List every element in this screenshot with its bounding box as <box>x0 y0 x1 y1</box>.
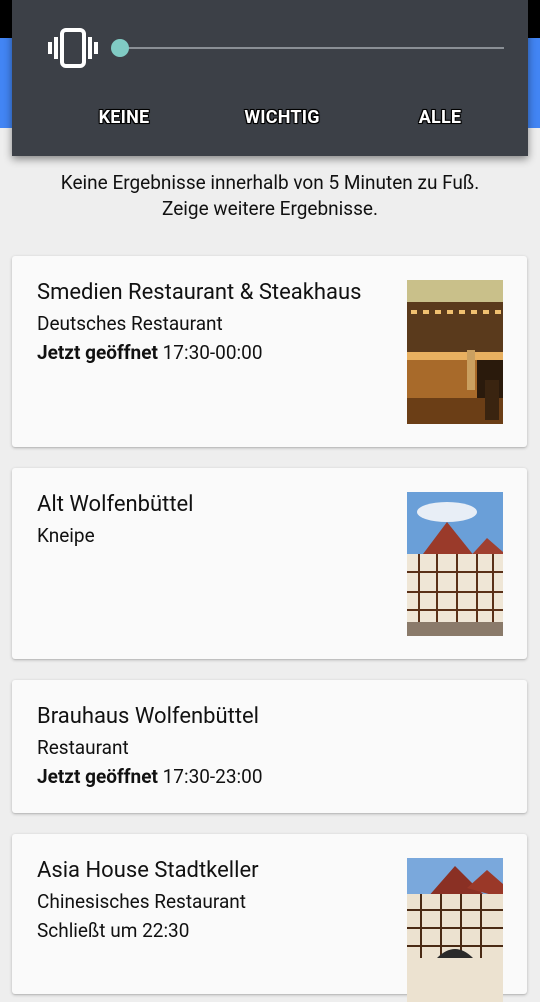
place-photo[interactable] <box>407 280 503 424</box>
place-name: Smedien Restaurant & Steakhaus <box>37 280 362 305</box>
vibrate-icon[interactable] <box>46 28 100 68</box>
place-category: Deutsches Restaurant <box>37 312 223 335</box>
place-name: Alt Wolfenbüttel <box>37 492 194 517</box>
hours-text: 17:30-23:00 <box>157 765 263 788</box>
notification-mode-panel: KEINE WICHTIG ALLE <box>12 0 528 156</box>
place-photo[interactable] <box>407 858 503 1002</box>
place-name: Brauhaus Wolfenbüttel <box>37 704 260 729</box>
hours-text: 17:30-00:00 <box>157 341 263 364</box>
result-card-alt-wolfenbuettel[interactable]: Alt Wolfenbüttel Kneipe <box>12 468 527 659</box>
place-photo[interactable] <box>407 492 503 636</box>
volume-slider-track[interactable] <box>120 47 504 49</box>
volume-slider-thumb[interactable] <box>111 39 129 57</box>
notice-line-2: Zeige weitere Ergebnisse. <box>162 197 378 220</box>
open-status: Jetzt geöffnet <box>37 765 158 788</box>
place-category: Restaurant <box>37 736 129 759</box>
place-category: Chinesisches Restaurant <box>37 890 246 913</box>
result-card-brauhaus[interactable]: Brauhaus Wolfenbüttel Restaurant Jetzt g… <box>12 680 527 813</box>
opening-hours: Jetzt geöffnet 17:30-00:00 <box>37 341 263 364</box>
result-card-smedien[interactable]: Smedien Restaurant & Steakhaus Deutsches… <box>12 256 527 447</box>
results-notice: Keine Ergebnisse innerhalb von 5 Minuten… <box>0 170 540 222</box>
mode-all-button[interactable]: ALLE <box>390 104 490 132</box>
mode-important-button[interactable]: WICHTIG <box>222 104 342 132</box>
opening-hours: Jetzt geöffnet 17:30-23:00 <box>37 765 263 788</box>
place-category: Kneipe <box>37 524 95 547</box>
result-card-asia-house[interactable]: Asia House Stadtkeller Chinesisches Rest… <box>12 834 527 1002</box>
place-name: Asia House Stadtkeller <box>37 858 259 883</box>
mode-none-button[interactable]: KEINE <box>74 104 174 132</box>
notice-line-1: Keine Ergebnisse innerhalb von 5 Minuten… <box>60 171 480 194</box>
closing-time: Schließt um 22:30 <box>37 919 190 942</box>
open-status: Jetzt geöffnet <box>37 341 158 364</box>
